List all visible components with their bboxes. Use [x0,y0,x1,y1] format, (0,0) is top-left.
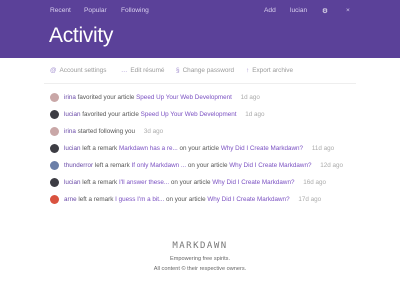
divider [44,83,356,84]
export-archive-link[interactable]: ↑ Export archive [246,67,293,74]
timestamp: 1d ago [240,94,260,101]
action-text: favorited your article [82,111,139,118]
footer-logo[interactable]: MARKDAWN [0,241,400,251]
user-link[interactable]: irina [64,128,76,135]
activity-item: lucian favorited your article Speed Up Y… [50,110,370,127]
activity-item: thunderror left a remark If only Markdaw… [50,161,370,178]
export-archive-label: Export archive [252,67,294,74]
article-link[interactable]: Why Did I Create Markdawn? [221,145,303,152]
remark-link[interactable]: If only Markdawn ... [132,162,187,169]
user-link[interactable]: irina [64,94,76,101]
settings-subnav: @ Account settings … Edit résumé § Change p… [0,58,400,82]
avatar[interactable] [50,127,59,136]
footer-copyright: All content © their respective owners. [153,266,247,272]
ellipsis-icon: … [121,67,128,74]
edit-resume-label: Edit résumé [130,67,165,74]
remark-link[interactable]: I guess I'm a bit... [115,196,164,203]
article-link[interactable]: Why Did I Create Markdawn? [229,162,311,169]
header-bar: Recent Popular Following Add lucian ⚙ × … [0,0,400,58]
avatar[interactable] [50,144,59,153]
remark-link[interactable]: Markdawn has a re... [119,145,178,152]
remark-link[interactable]: I'll answer these... [119,179,169,186]
avatar[interactable] [50,110,59,119]
change-password-link[interactable]: § Change password [176,67,234,74]
account-settings-link[interactable]: @ Account settings [50,67,106,74]
action-text: left a remark [82,145,118,152]
close-icon[interactable]: × [346,7,350,14]
action-text: favorited your article [77,94,135,101]
change-password-label: Change password [182,67,235,74]
timestamp: 16d ago [303,179,326,186]
action-text: left a remark [78,196,114,203]
at-icon: @ [50,67,57,74]
timestamp: 1d ago [245,111,265,118]
activity-item: irina started following you 3d ago [50,127,370,144]
activity-item: lucian left a remark I'll answer these..… [50,178,370,195]
account-settings-label: Account settings [59,67,107,74]
article-link[interactable]: Speed Up Your Web Development [136,94,232,101]
footer-tagline: Empowering free spirits. [170,256,230,262]
activity-feed: irina favorited your article Speed Up Yo… [50,93,370,212]
action-text: started following you [77,128,136,135]
activity-item: arne left a remark I guess I'm a bit... … [50,195,370,212]
nav-following-link[interactable]: Following [121,7,149,14]
article-link[interactable]: Why Did I Create Markdawn? [207,196,289,203]
avatar[interactable] [50,161,59,170]
activity-item: lucian left a remark Markdawn has a re..… [50,144,370,161]
timestamp: 3d ago [143,128,164,135]
user-link[interactable]: lucian [64,145,80,152]
article-link[interactable]: Why Did I Create Markdawn? [212,179,294,186]
action-text: on your article [166,196,206,203]
nav-recent-link[interactable]: Recent [50,7,71,14]
action-text: on your article [170,179,211,186]
action-text: on your article [179,145,220,152]
nav-popular-link[interactable]: Popular [84,7,107,14]
timestamp: 12d ago [320,162,343,169]
page-title: Activity [49,24,114,47]
section-icon: § [176,67,180,74]
user-link[interactable]: thunderror [64,162,93,169]
add-link[interactable]: Add [264,7,276,14]
action-text: left a remark [82,179,118,186]
action-text: left a remark [94,162,130,169]
action-text: on your article [187,162,228,169]
user-link[interactable]: lucian [64,111,80,118]
settings-icon[interactable]: ⚙ [322,7,328,15]
edit-resume-link[interactable]: … Edit résumé [121,67,165,74]
article-link[interactable]: Speed Up Your Web Development [141,111,237,118]
user-link[interactable]: arne [64,196,77,203]
user-link[interactable]: lucian [64,179,80,186]
user-menu-link[interactable]: lucian [290,7,307,14]
avatar[interactable] [50,178,59,187]
avatar[interactable] [50,195,59,204]
avatar[interactable] [50,93,59,102]
timestamp: 11d ago [311,145,335,152]
activity-item: irina favorited your article Speed Up Yo… [50,93,370,110]
timestamp: 17d ago [298,196,322,203]
upload-icon: ↑ [246,67,250,74]
